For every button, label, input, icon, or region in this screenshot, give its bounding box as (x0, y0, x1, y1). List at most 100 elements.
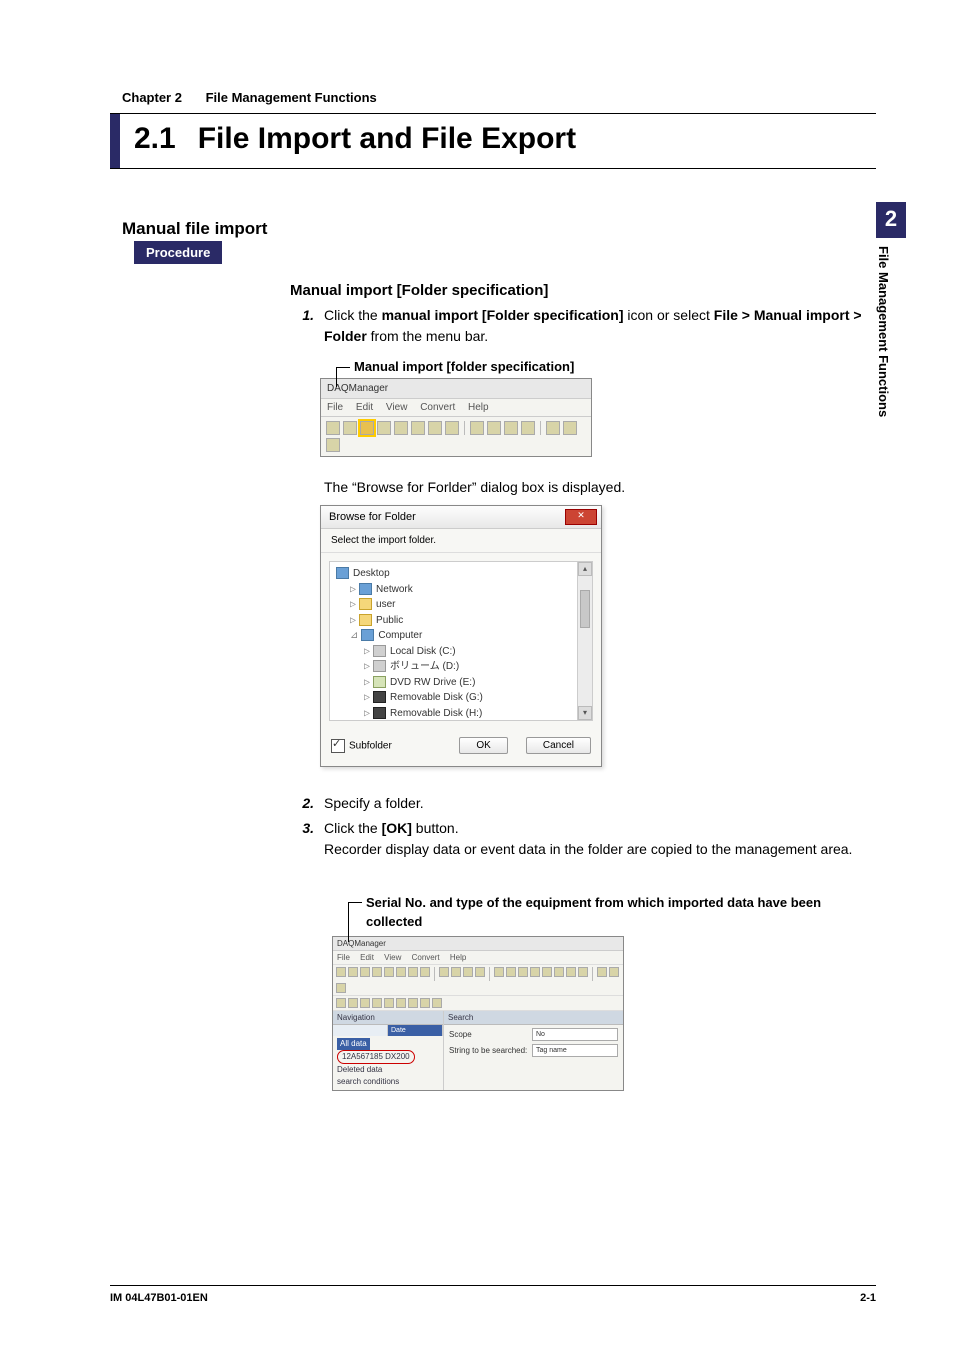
step-1: 1. Click the manual import [Folder speci… (290, 305, 876, 347)
procedure-label: Procedure (134, 241, 222, 264)
toolbar-icon[interactable] (597, 967, 607, 977)
search-string-select[interactable]: Tag name (532, 1044, 618, 1057)
toolbar-icon[interactable] (396, 998, 406, 1008)
tab[interactable] (333, 1025, 388, 1036)
tree-c[interactable]: Local Disk (C:) (390, 646, 456, 657)
tree-computer[interactable]: Computer (378, 630, 422, 641)
tab-date[interactable]: Date (388, 1025, 443, 1036)
toolbar-icon[interactable] (506, 967, 516, 977)
close-icon[interactable]: ✕ (565, 509, 597, 525)
toolbar-icon[interactable] (475, 967, 485, 977)
page-footer: IM 04L47B01-01EN 2-1 (110, 1285, 876, 1304)
folder-tree[interactable]: Desktop ▷Network ▷user ▷Public ⊿Computer… (329, 561, 593, 721)
toolbar-icon[interactable] (408, 998, 418, 1008)
toolbar-icon[interactable] (546, 421, 560, 435)
toolbar-icon[interactable] (609, 967, 619, 977)
step-number: 3. (290, 818, 314, 860)
toolbar-icon[interactable] (542, 967, 552, 977)
toolbar-icon[interactable] (377, 421, 391, 435)
menubar[interactable]: File Edit View Convert Help (333, 951, 623, 965)
menu-view[interactable]: View (386, 402, 408, 413)
scrollbar[interactable]: ▴ ▾ (577, 562, 592, 720)
scroll-down-icon[interactable]: ▾ (578, 706, 592, 720)
nav-tabs: Date (333, 1025, 443, 1036)
scroll-thumb[interactable] (580, 590, 590, 628)
tree-network[interactable]: Network (376, 584, 413, 595)
toolbar-icon[interactable] (360, 998, 370, 1008)
t: icon or select (627, 307, 713, 323)
toolbar-icon[interactable] (372, 998, 382, 1008)
toolbar-icon[interactable] (336, 983, 346, 993)
toolbar-icon[interactable] (428, 421, 442, 435)
toolbar-icon[interactable] (372, 967, 382, 977)
nav-serial-item[interactable]: 12A567185 DX200 (337, 1050, 415, 1064)
toolbar-icon[interactable] (566, 967, 576, 977)
toolbar-icon[interactable] (445, 421, 459, 435)
nav-deleted[interactable]: Deleted data (337, 1065, 382, 1074)
toolbar-icon[interactable] (504, 421, 518, 435)
tree-public[interactable]: Public (376, 615, 403, 626)
cancel-button[interactable]: Cancel (526, 737, 591, 754)
toolbar-icon[interactable] (348, 998, 358, 1008)
toolbar-icon[interactable] (394, 421, 408, 435)
toolbar-icon[interactable] (494, 967, 504, 977)
toolbar-icon[interactable] (521, 421, 535, 435)
toolbar-icon[interactable] (554, 967, 564, 977)
toolbar-icon[interactable] (432, 998, 442, 1008)
footer-docid: IM 04L47B01-01EN (110, 1292, 208, 1304)
menu-view[interactable]: View (384, 953, 401, 962)
toolbar-icon[interactable] (408, 967, 418, 977)
menubar[interactable]: File Edit View Convert Help (321, 399, 591, 417)
toolbar-icon[interactable] (530, 967, 540, 977)
menu-edit[interactable]: Edit (356, 402, 373, 413)
menu-convert[interactable]: Convert (412, 953, 440, 962)
toolbar-icon[interactable] (360, 967, 370, 977)
toolbar-icon[interactable] (439, 967, 449, 977)
toolbar-icon[interactable] (384, 998, 394, 1008)
tree-h[interactable]: Removable Disk (H:) (390, 708, 482, 719)
tree-user[interactable]: user (376, 599, 395, 610)
nav-search-cond[interactable]: search conditions (337, 1077, 399, 1086)
callout-text: Manual import [folder specification] (354, 359, 574, 374)
tree-e[interactable]: DVD RW Drive (E:) (390, 677, 475, 688)
toolbar-icon[interactable] (451, 967, 461, 977)
menu-convert[interactable]: Convert (420, 402, 455, 413)
scope-select[interactable]: No (532, 1028, 618, 1041)
chapter-header: Chapter 2 File Management Functions (122, 90, 876, 105)
nav-all-data[interactable]: All data (337, 1038, 370, 1050)
toolbar-icon[interactable] (326, 438, 340, 452)
tree-d[interactable]: ボリューム (D:) (390, 661, 459, 672)
tree-desktop[interactable]: Desktop (353, 568, 390, 579)
toolbar-icon[interactable] (348, 967, 358, 977)
menu-file[interactable]: File (327, 402, 343, 413)
scroll-up-icon[interactable]: ▴ (578, 562, 592, 576)
callout-serial-type: Serial No. and type of the equipment fro… (348, 894, 876, 932)
toolbar-icon[interactable] (578, 967, 588, 977)
menu-help[interactable]: Help (468, 402, 489, 413)
toolbar-icon[interactable] (326, 421, 340, 435)
toolbar-icon[interactable] (411, 421, 425, 435)
toolbar-icon[interactable] (343, 421, 357, 435)
toolbar-icon[interactable] (487, 421, 501, 435)
toolbar-icon[interactable] (563, 421, 577, 435)
toolbar-icon[interactable] (463, 967, 473, 977)
menu-file[interactable]: File (337, 953, 350, 962)
manual-import-folder-icon[interactable] (360, 421, 374, 435)
toolbar-icon[interactable] (420, 967, 430, 977)
section-title: Manual file import (122, 219, 876, 239)
toolbar-icon[interactable] (470, 421, 484, 435)
toolbar-icon[interactable] (396, 967, 406, 977)
menu-help[interactable]: Help (450, 953, 466, 962)
subfolder-label: Subfolder (349, 740, 392, 751)
toolbar-icon[interactable] (336, 998, 346, 1008)
toolbar-secondary (333, 996, 623, 1011)
menu-edit[interactable]: Edit (360, 953, 374, 962)
toolbar-icon[interactable] (336, 967, 346, 977)
subfolder-checkbox[interactable]: Subfolder (331, 739, 392, 753)
toolbar-icon[interactable] (518, 967, 528, 977)
tree-g[interactable]: Removable Disk (G:) (390, 692, 483, 703)
nav-tree[interactable]: All data 12A567185 DX200 Deleted data se… (333, 1036, 443, 1090)
toolbar-icon[interactable] (384, 967, 394, 977)
toolbar-icon[interactable] (420, 998, 430, 1008)
ok-button[interactable]: OK (459, 737, 507, 754)
